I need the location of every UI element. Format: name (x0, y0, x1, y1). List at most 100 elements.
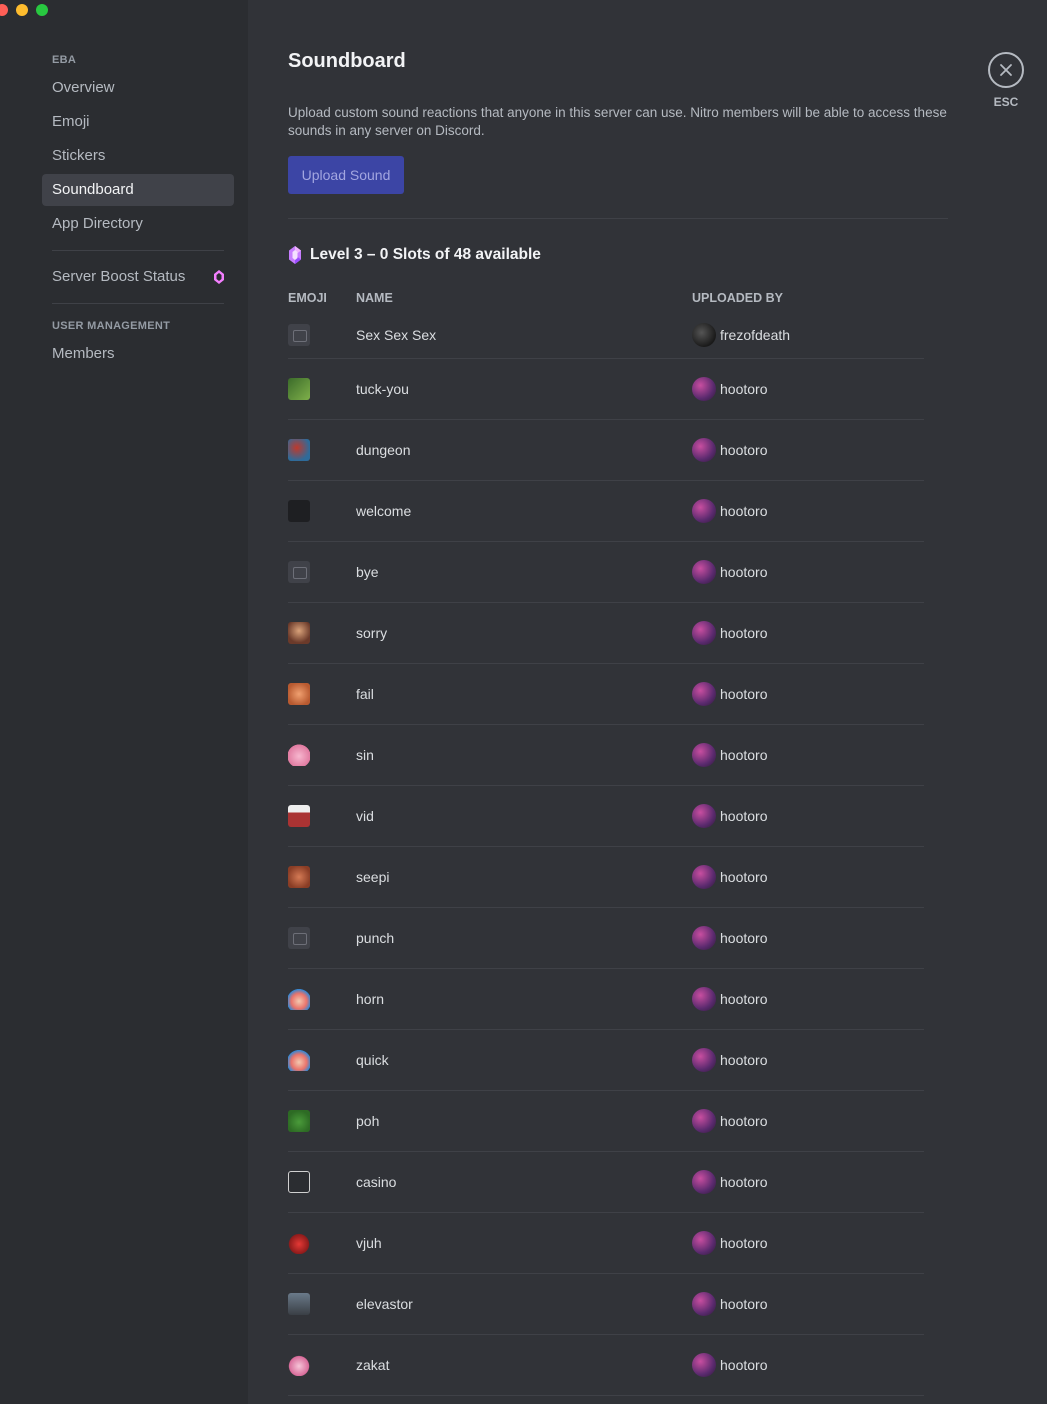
table-row[interactable]: casino hootoro (288, 1152, 924, 1213)
sound-name: dungeon (356, 442, 411, 458)
boost-level-text: Level 3 – 0 Slots of 48 available (310, 246, 541, 263)
emoji-cell (288, 866, 356, 888)
avatar[interactable] (692, 621, 716, 645)
sound-name: elevastor (356, 1296, 413, 1312)
sidebar-item-emoji[interactable]: Emoji (42, 106, 234, 138)
red-bird-emoji (288, 1232, 310, 1254)
avatar[interactable] (692, 865, 716, 889)
boost-gem-icon (214, 270, 224, 284)
sidebar-item-overview[interactable]: Overview (42, 72, 234, 104)
clown-emoji (288, 1049, 310, 1071)
avatar[interactable] (692, 743, 716, 767)
emoji-cell (288, 1049, 356, 1071)
dungeon-emoji (288, 439, 310, 461)
uploader-cell: hootoro (692, 377, 924, 401)
avatar[interactable] (692, 1048, 716, 1072)
sidebar-item-members[interactable]: Members (42, 338, 234, 370)
table-row[interactable]: dungeon hootoro (288, 420, 924, 481)
emoji-cell (288, 500, 356, 522)
uploader-name: hootoro (720, 381, 768, 397)
avatar[interactable] (692, 1231, 716, 1255)
sound-name: casino (356, 1174, 397, 1190)
settings-content: Soundboard Upload custom sound reactions… (248, 0, 1047, 1404)
sidebar-item-label: Server Boost Status (52, 268, 186, 285)
table-row[interactable]: vid hootoro (288, 786, 924, 847)
sound-name: bye (356, 564, 379, 580)
sound-name: sorry (356, 625, 388, 641)
sidebar-item-label: Emoji (52, 113, 90, 130)
uploader-cell: hootoro (692, 743, 924, 767)
sidebar-item-app-directory[interactable]: App Directory (42, 208, 234, 240)
uploader-name: hootoro (720, 564, 768, 580)
uploader-cell: hootoro (692, 1353, 924, 1377)
uploader-cell: hootoro (692, 1292, 924, 1316)
esc-label: ESC (993, 95, 1019, 109)
emoji-cell (288, 323, 356, 346)
boost-gem-icon (289, 246, 301, 264)
avatar[interactable] (692, 1170, 716, 1194)
avatar[interactable] (692, 987, 716, 1011)
avatar[interactable] (692, 682, 716, 706)
table-row[interactable]: bye hootoro (288, 542, 924, 603)
minimize-window-button[interactable] (16, 4, 28, 16)
sound-name: fail (356, 686, 374, 702)
uploader-name: hootoro (720, 808, 768, 824)
uploader-name: hootoro (720, 1113, 768, 1129)
sidebar-item-label: Soundboard (52, 181, 134, 198)
table-row[interactable]: vjuh hootoro (288, 1213, 924, 1274)
table-row[interactable]: quick hootoro (288, 1030, 924, 1091)
emoji-cell (288, 439, 356, 461)
table-row[interactable]: fail hootoro (288, 664, 924, 725)
emoji-cell (288, 1110, 356, 1132)
close-button[interactable] (988, 52, 1024, 88)
avatar[interactable] (692, 560, 716, 584)
avatar[interactable] (692, 926, 716, 950)
sidebar-item-stickers[interactable]: Stickers (42, 140, 234, 172)
avatar[interactable] (692, 499, 716, 523)
avatar[interactable] (692, 322, 716, 347)
close-window-button[interactable] (0, 4, 8, 16)
sidebar-item-server-boost-status[interactable]: Server Boost Status (42, 261, 234, 293)
table-row[interactable]: sin hootoro (288, 725, 924, 786)
app-window: EBA Overview Emoji Stickers Soundboard A… (0, 0, 1047, 1404)
emoji-cell (288, 683, 356, 705)
avatar[interactable] (692, 1353, 716, 1377)
avatar[interactable] (692, 1292, 716, 1316)
close-settings[interactable]: ESC (988, 52, 1024, 109)
table-row[interactable]: Sex Sex Sex frezofdeath (288, 311, 924, 359)
uploader-name: hootoro (720, 1235, 768, 1251)
sound-name: welcome (356, 503, 412, 519)
table-row[interactable]: punch hootoro (288, 908, 924, 969)
sidebar-item-label: Stickers (52, 147, 106, 164)
sidebar-divider (52, 250, 224, 251)
table-row[interactable]: seepi hootoro (288, 847, 924, 908)
table-row[interactable]: tuck-you hootoro (288, 359, 924, 420)
zoom-window-button[interactable] (36, 4, 48, 16)
man-face-emoji (288, 1293, 310, 1315)
table-row[interactable]: sorry hootoro (288, 603, 924, 664)
avatar[interactable] (692, 804, 716, 828)
table-row[interactable]: horn hootoro (288, 969, 924, 1030)
column-header-emoji: EMOJI (288, 291, 327, 305)
table-row[interactable]: welcome hootoro (288, 481, 924, 542)
table-row[interactable]: poh hootoro (288, 1091, 924, 1152)
uploader-name: hootoro (720, 869, 768, 885)
upload-sound-button[interactable]: Upload Sound (288, 156, 404, 194)
avatar[interactable] (692, 438, 716, 462)
seepi-face-emoji (288, 866, 310, 888)
uploader-name: hootoro (720, 686, 768, 702)
fail-face-emoji (288, 683, 310, 705)
uploader-name: hootoro (720, 1174, 768, 1190)
avatar[interactable] (692, 1109, 716, 1133)
uploader-cell: hootoro (692, 926, 924, 950)
emoji-cell (288, 378, 356, 400)
sound-name: zakat (356, 1357, 390, 1373)
section-divider (288, 218, 948, 219)
table-row[interactable]: zakat hootoro (288, 1335, 924, 1396)
avatar[interactable] (692, 377, 716, 401)
image-placeholder-icon (288, 927, 310, 949)
sound-name: horn (356, 991, 385, 1007)
sidebar-item-soundboard[interactable]: Soundboard (42, 174, 234, 206)
table-row[interactable]: elevastor hootoro (288, 1274, 924, 1335)
page-title: Soundboard (288, 50, 406, 72)
